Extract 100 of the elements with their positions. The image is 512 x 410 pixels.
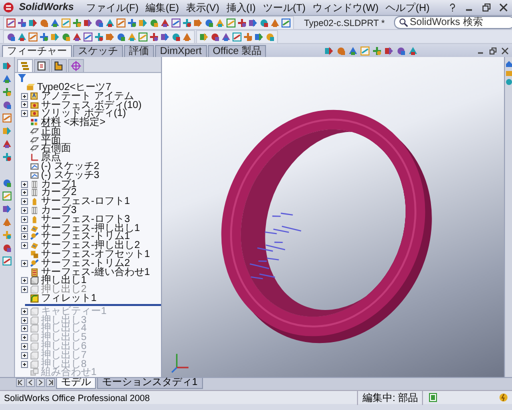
expand-icon[interactable] bbox=[21, 360, 28, 368]
first-button[interactable] bbox=[16, 378, 25, 388]
toolbar-icon[interactable] bbox=[83, 18, 93, 28]
expand-icon[interactable] bbox=[21, 207, 28, 214]
feature-tree-item[interactable]: カーブ1 bbox=[41, 180, 77, 189]
view-tool-icon[interactable] bbox=[348, 46, 358, 56]
expand-icon[interactable] bbox=[21, 189, 28, 196]
toolbar-icon[interactable] bbox=[160, 32, 170, 42]
toolbar-icon[interactable] bbox=[94, 32, 104, 42]
feature-tree-item[interactable]: 正面 bbox=[41, 126, 61, 136]
toolbar-icon[interactable] bbox=[243, 32, 253, 42]
view-tool-icon[interactable] bbox=[384, 46, 394, 56]
toolbar-icon[interactable] bbox=[254, 32, 264, 42]
document-icon[interactable] bbox=[429, 393, 437, 402]
toolbar-icon[interactable] bbox=[2, 139, 12, 149]
lightning-icon[interactable] bbox=[499, 393, 508, 402]
command-tab[interactable]: スケッチ bbox=[73, 45, 123, 57]
toolbar-icon[interactable] bbox=[50, 18, 60, 28]
expand-icon[interactable] bbox=[21, 233, 28, 240]
expand-icon[interactable] bbox=[21, 216, 28, 223]
next-button[interactable] bbox=[36, 378, 45, 388]
toolbar-icon[interactable] bbox=[39, 32, 49, 42]
toolbar-icon[interactable] bbox=[2, 204, 12, 214]
toolbar-icon[interactable] bbox=[2, 74, 12, 84]
toolbar-icon[interactable] bbox=[6, 32, 16, 42]
feature-tree-item[interactable]: アノテート アイテム bbox=[41, 92, 134, 101]
toolbar-icon[interactable] bbox=[2, 243, 12, 253]
view-tool-icon[interactable] bbox=[324, 46, 334, 56]
toolbar-icon[interactable] bbox=[2, 152, 12, 162]
toolbar-icon[interactable] bbox=[149, 32, 159, 42]
menu-item[interactable]: 表示(V) bbox=[184, 0, 220, 14]
toolbar-icon[interactable] bbox=[149, 18, 159, 28]
feature-tree-item[interactable]: 平面 bbox=[41, 136, 61, 145]
expand-icon[interactable] bbox=[21, 277, 28, 284]
toolbar-icon[interactable] bbox=[17, 32, 27, 42]
feature-tree-item[interactable]: サーフェス-ロフト1 bbox=[41, 197, 130, 206]
feature-tree-item[interactable]: サーフェス-オフセット1 bbox=[41, 250, 150, 260]
view-tool-icon[interactable] bbox=[396, 46, 406, 56]
toolbar-icon[interactable] bbox=[39, 18, 49, 28]
toolbar-icon[interactable] bbox=[232, 32, 242, 42]
home-icon[interactable] bbox=[506, 61, 512, 67]
expand-icon[interactable] bbox=[21, 110, 28, 118]
toolbar-icon[interactable] bbox=[2, 87, 12, 97]
toolbar-icon[interactable] bbox=[28, 32, 38, 42]
toolbar-icon[interactable] bbox=[2, 191, 12, 201]
expand-icon[interactable] bbox=[21, 334, 28, 342]
toolbar-icon[interactable] bbox=[2, 178, 12, 188]
search-field[interactable]: SolidWorks 検索 bbox=[394, 16, 512, 29]
toolbar-icon[interactable] bbox=[61, 18, 71, 28]
feature-tree-item[interactable]: 押し出し1 bbox=[41, 276, 87, 286]
toolbar-icon[interactable] bbox=[2, 61, 12, 71]
toolbar-icon[interactable] bbox=[199, 32, 209, 42]
expand-icon[interactable] bbox=[21, 308, 28, 315]
restore-button[interactable] bbox=[480, 2, 492, 13]
toolbar-icon[interactable] bbox=[193, 18, 203, 28]
feature-tree-item[interactable]: Type02<ヒーツ7 bbox=[37, 82, 112, 92]
view-tool-icon[interactable] bbox=[372, 46, 382, 56]
expand-icon[interactable] bbox=[21, 224, 28, 232]
rollback-bar[interactable] bbox=[25, 304, 161, 306]
toolbar-icon[interactable] bbox=[2, 256, 12, 266]
expand-icon[interactable] bbox=[21, 260, 28, 267]
menu-item[interactable]: ファイル(F) bbox=[84, 0, 140, 14]
menu-item[interactable]: 編集(E) bbox=[144, 0, 180, 14]
toolbar-icon[interactable] bbox=[237, 18, 247, 28]
toolbar-icon[interactable] bbox=[2, 217, 12, 227]
feature-tree-item[interactable]: 右側面 bbox=[41, 144, 71, 154]
toolbar-icon[interactable] bbox=[83, 32, 93, 42]
expand-icon[interactable] bbox=[21, 242, 28, 250]
command-tab[interactable]: DimXpert bbox=[155, 45, 207, 57]
menu-item[interactable]: ヘルプ(H) bbox=[384, 0, 431, 14]
toolbar-icon[interactable] bbox=[94, 18, 104, 28]
feature-tree-item[interactable]: (-) スケッチ3 bbox=[41, 170, 100, 180]
feature-tree-item[interactable]: カーブ2 bbox=[41, 188, 77, 198]
toolbar-icon[interactable] bbox=[72, 18, 82, 28]
toolbar-icon[interactable] bbox=[116, 32, 126, 42]
toolbar-icon[interactable] bbox=[204, 18, 214, 28]
toolbar-icon[interactable] bbox=[28, 18, 38, 28]
expand-icon[interactable] bbox=[21, 180, 28, 188]
toolbar-icon[interactable] bbox=[182, 32, 192, 42]
toolbar-icon[interactable] bbox=[265, 32, 275, 42]
feature-tree-item[interactable]: 原点 bbox=[41, 153, 61, 162]
feature-tree-item[interactable]: サーフェス-トリム2 bbox=[41, 258, 130, 268]
toolbar-icon[interactable] bbox=[210, 32, 220, 42]
toolbar-icon[interactable] bbox=[270, 18, 280, 28]
view-tool-icon[interactable] bbox=[408, 46, 418, 56]
menu-item[interactable]: ウィンドウ(W) bbox=[312, 0, 380, 14]
toolbar-icon[interactable] bbox=[160, 18, 170, 28]
feature-tree-item[interactable]: サーフェス-縫い合わせ1 bbox=[41, 268, 150, 277]
expand-icon[interactable] bbox=[21, 198, 28, 206]
toolbar-icon[interactable] bbox=[182, 18, 192, 28]
configuration-tab[interactable] bbox=[51, 59, 67, 72]
restore-button[interactable] bbox=[487, 45, 498, 56]
toolbar-icon[interactable] bbox=[171, 18, 181, 28]
graphics-area[interactable] bbox=[162, 57, 504, 378]
toolbar-icon[interactable] bbox=[281, 18, 291, 28]
previous-button[interactable] bbox=[26, 378, 35, 388]
feature-tree-item[interactable]: (-) スケッチ2 bbox=[41, 162, 100, 172]
expand-icon[interactable] bbox=[21, 325, 28, 332]
feature-tree-item[interactable]: カーブ3 bbox=[41, 206, 77, 216]
toolbar-icon[interactable] bbox=[6, 18, 16, 28]
